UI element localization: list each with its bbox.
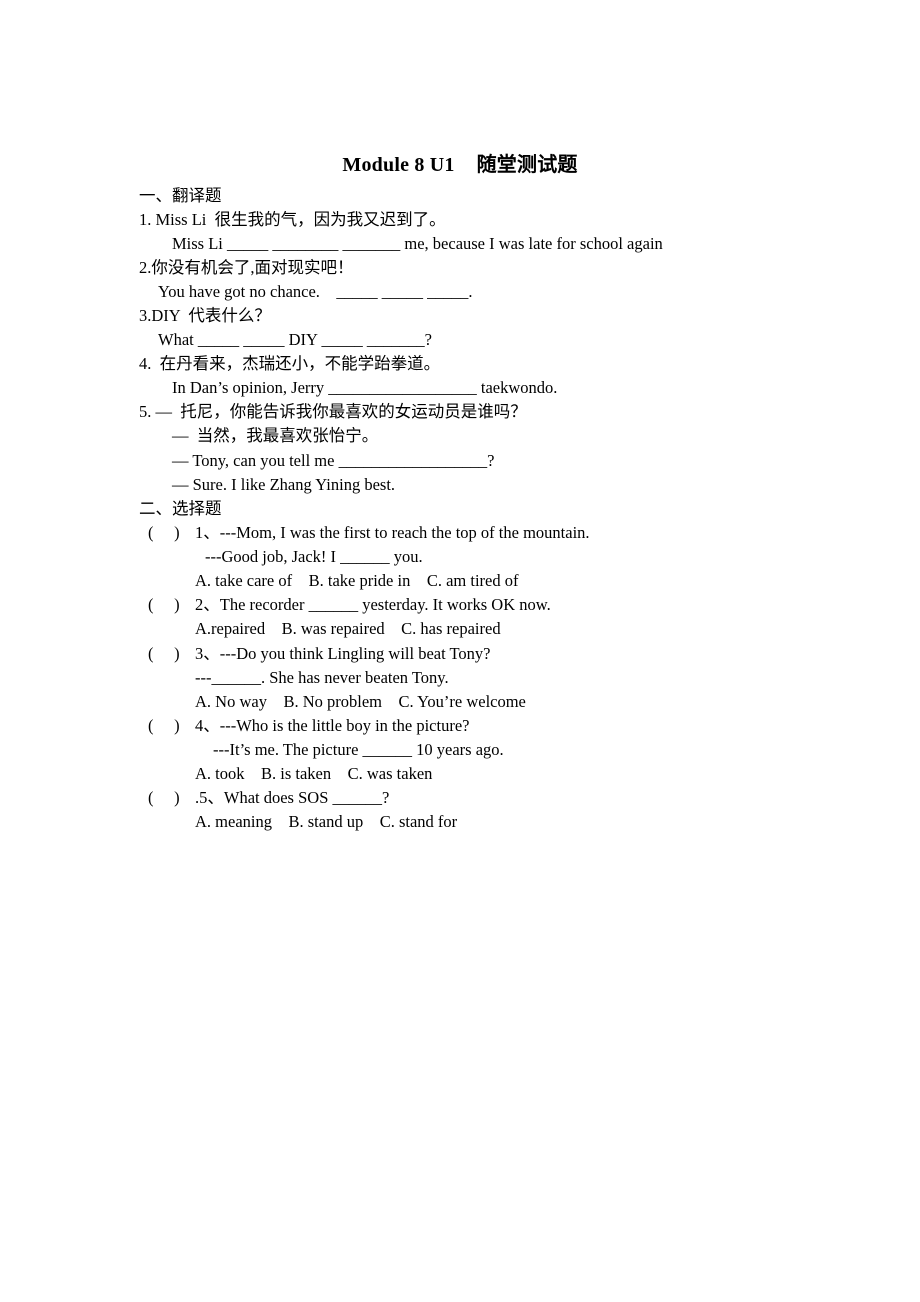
translation-q1-answer: Miss Li _____ ________ _______ me, becau… bbox=[172, 234, 663, 253]
choice-q3-stem: 3、---Do you think Lingling will beat Ton… bbox=[195, 644, 491, 663]
translation-q2-answer: You have got no chance. _____ _____ ____… bbox=[158, 282, 473, 301]
choice-q4-options: A. took B. is taken C. was taken bbox=[195, 764, 433, 783]
choice-q3-bracket: ( ) bbox=[148, 644, 180, 663]
translation-q1-prompt: 1. Miss Li 很生我的气，因为我又迟到了。 bbox=[139, 210, 446, 229]
choice-q4-follow: ---It’s me. The picture ______ 10 years … bbox=[213, 740, 504, 759]
choice-q1-stem: 1、---Mom, I was the first to reach the t… bbox=[195, 523, 590, 542]
translation-q4-answer: In Dan’s opinion, Jerry ________________… bbox=[172, 378, 558, 397]
translation-q5-prompt: 5. — 托尼，你能告诉我你最喜欢的女运动员是谁吗？ bbox=[139, 402, 527, 421]
title-english: Module 8 U1 bbox=[342, 154, 455, 176]
choice-q4-bracket: ( ) bbox=[148, 716, 180, 735]
choice-q2-bracket: ( ) bbox=[148, 595, 180, 614]
choice-q3-options: A. No way B. No problem C. You’re welcom… bbox=[195, 692, 526, 711]
choice-q1-options: A. take care of B. take pride in C. am t… bbox=[195, 571, 519, 590]
translation-q2-prompt: 2.你没有机会了,面对现实吧！ bbox=[139, 258, 354, 277]
choice-q5-stem: .5、What does SOS ______? bbox=[195, 788, 390, 807]
section-heading-choice: 二、选择题 bbox=[139, 499, 222, 518]
choice-q5-bracket: ( ) bbox=[148, 788, 180, 807]
choice-q1-bracket: ( ) bbox=[148, 523, 180, 542]
choice-q1-follow: ---Good job, Jack! I ______ you. bbox=[205, 547, 423, 566]
choice-q4-stem: 4、---Who is the little boy in the pictur… bbox=[195, 716, 470, 735]
translation-q3-prompt: 3.DIY 代表什么？ bbox=[139, 306, 271, 325]
choice-q2-stem: 2、The recorder ______ yesterday. It work… bbox=[195, 595, 551, 614]
section-heading-translation: 一、翻译题 bbox=[139, 186, 222, 205]
choice-q2-options: A.repaired B. was repaired C. has repair… bbox=[195, 619, 501, 638]
choice-q5-options: A. meaning B. stand up C. stand for bbox=[195, 812, 458, 831]
page-title: Module 8 U1 随堂测试题 bbox=[0, 148, 920, 177]
translation-q5-line-1: — 当然，我最喜欢张怡宁。 bbox=[172, 426, 379, 445]
translation-q3-answer: What _____ _____ DIY _____ _______? bbox=[158, 330, 432, 349]
translation-q5-line-3: — Sure. I like Zhang Yining best. bbox=[172, 475, 396, 494]
translation-q4-prompt: 4. 在丹看来，杰瑞还小，不能学跆拳道。 bbox=[139, 354, 441, 373]
choice-q3-follow: ---______. She has never beaten Tony. bbox=[195, 668, 449, 687]
title-chinese: 随堂测试题 bbox=[476, 154, 578, 176]
translation-q5-line-2: — Tony, can you tell me ________________… bbox=[172, 451, 495, 470]
